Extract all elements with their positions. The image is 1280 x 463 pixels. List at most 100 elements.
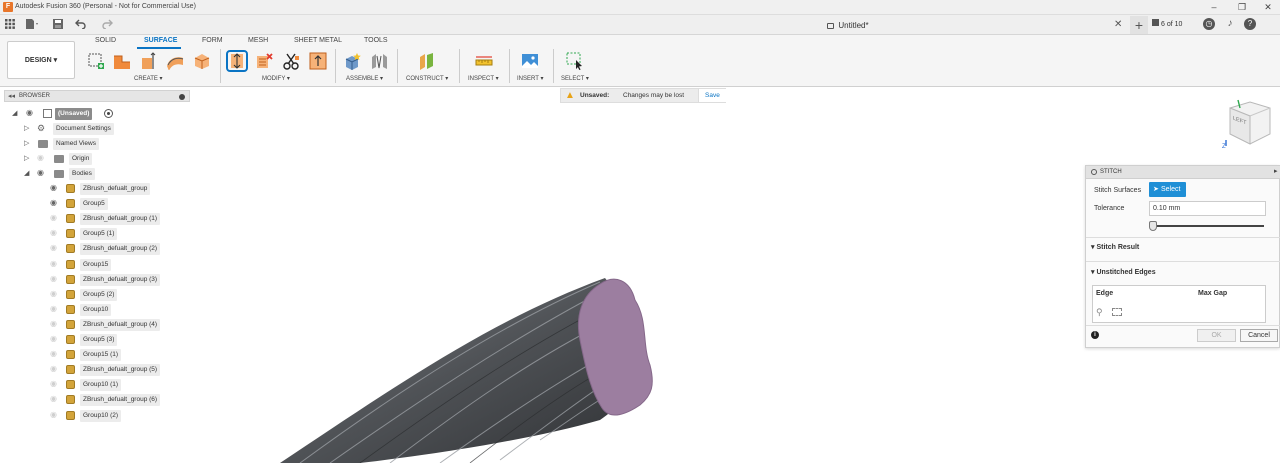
tab-form[interactable]: FORM: [202, 37, 223, 44]
close-tab-button[interactable]: ✕: [1114, 19, 1122, 30]
tree-item-body[interactable]: ◉ Group5 (1): [48, 228, 188, 241]
tree-item-body[interactable]: ◉ Group10 (2): [48, 409, 188, 422]
browser-header[interactable]: ◂◂ BROWSER: [4, 90, 190, 102]
patch-icon[interactable]: [193, 52, 211, 70]
stitch-dialog-header[interactable]: STITCH ▸: [1086, 166, 1280, 179]
save-link[interactable]: Save: [698, 89, 726, 102]
workspace-switcher[interactable]: DESIGN ▾: [7, 41, 75, 79]
tree-item-body[interactable]: ◉ ZBrush_defualt_group (6): [48, 394, 188, 407]
tree-item-body[interactable]: ◉ Group5 (2): [48, 288, 188, 301]
tree-item-named-views[interactable]: ▷ Named Views: [24, 138, 114, 150]
view-cube[interactable]: LEFT Z: [1222, 96, 1278, 152]
eye-hidden-icon[interactable]: ◉: [37, 153, 44, 162]
tree-item-body[interactable]: ◉ Group5: [48, 198, 188, 211]
tab-tools[interactable]: TOOLS: [364, 37, 388, 44]
dialog-options-icon[interactable]: [1091, 169, 1097, 175]
browser-options-icon[interactable]: [179, 94, 185, 100]
minimize-button[interactable]: –: [1208, 1, 1220, 13]
construct-group-label[interactable]: CONSTRUCT ▾: [406, 75, 448, 82]
offset-plane-icon[interactable]: [418, 52, 436, 70]
eye-hidden-icon[interactable]: ◉: [50, 213, 57, 222]
eye-hidden-icon[interactable]: ◉: [50, 243, 57, 252]
tab-solid[interactable]: SOLID: [95, 37, 116, 44]
eye-hidden-icon[interactable]: ◉: [50, 364, 57, 373]
tree-item-body[interactable]: ◉ ZBrush_defualt_group (1): [48, 213, 188, 226]
sweep-icon[interactable]: [166, 52, 184, 71]
tree-item-body[interactable]: ◉ ZBrush_defualt_group: [48, 183, 188, 195]
undo-icon[interactable]: [74, 19, 90, 31]
unstitched-edges-section[interactable]: ▾ Unstitched Edges: [1091, 268, 1156, 276]
eye-hidden-icon[interactable]: ◉: [50, 410, 57, 419]
eye-hidden-icon[interactable]: ◉: [50, 274, 57, 283]
app-grid-icon[interactable]: [4, 19, 16, 31]
maximize-button[interactable]: ❐: [1236, 1, 1248, 13]
eye-icon[interactable]: ◉: [50, 198, 57, 207]
zoom-to-edge-icon[interactable]: ⚲: [1096, 307, 1103, 318]
tree-item-body[interactable]: ◉ Group15 (1): [48, 349, 188, 362]
measure-icon[interactable]: [475, 52, 493, 70]
select-icon[interactable]: [566, 52, 584, 71]
eye-hidden-icon[interactable]: ◉: [50, 304, 57, 313]
tree-item-origin[interactable]: ▷ ◉ Origin: [24, 153, 104, 165]
new-component-icon[interactable]: [344, 52, 362, 70]
tree-item-body[interactable]: ◉ Group5 (3): [48, 334, 188, 346]
eye-hidden-icon[interactable]: ◉: [50, 334, 57, 343]
eye-hidden-icon[interactable]: ◉: [50, 259, 57, 268]
revolve-icon[interactable]: [140, 52, 158, 70]
expanded-triangle-icon[interactable]: ◢: [12, 109, 17, 117]
tree-item-body[interactable]: ◉ ZBrush_defualt_group (2): [48, 243, 188, 256]
tolerance-slider-thumb[interactable]: [1149, 221, 1157, 231]
tree-item-body[interactable]: ◉ ZBrush_defualt_group (5): [48, 364, 188, 377]
eye-hidden-icon[interactable]: ◉: [50, 379, 57, 388]
collapsed-triangle-icon[interactable]: ▷: [24, 154, 29, 162]
extrude-icon[interactable]: [113, 52, 131, 70]
eye-icon[interactable]: ◉: [37, 168, 44, 177]
stitch-result-section[interactable]: ▾ Stitch Result: [1091, 243, 1139, 251]
collapse-browser-icon[interactable]: ◂◂: [8, 92, 15, 100]
joint-icon[interactable]: [371, 52, 389, 70]
tab-mesh[interactable]: MESH: [248, 37, 268, 44]
trim-icon[interactable]: [255, 52, 273, 70]
activate-radio-icon[interactable]: [104, 109, 113, 118]
clock-icon[interactable]: ◷: [1203, 18, 1215, 30]
eye-hidden-icon[interactable]: ◉: [50, 394, 57, 403]
file-menu-icon[interactable]: [24, 19, 40, 31]
select-group-label[interactable]: SELECT ▾: [561, 75, 589, 82]
eye-hidden-icon[interactable]: ◉: [50, 349, 57, 358]
collapsed-triangle-icon[interactable]: ▷: [24, 124, 29, 132]
help-icon[interactable]: ?: [1244, 18, 1256, 30]
cancel-button[interactable]: Cancel: [1240, 329, 1278, 342]
modify-group-label[interactable]: MODIFY ▾: [262, 75, 290, 82]
tree-item-document-settings[interactable]: ▷ ⚙ Document Settings: [24, 123, 124, 135]
tree-item-body[interactable]: ◉ ZBrush_defualt_group (4): [48, 318, 188, 331]
tree-item-body[interactable]: ◉ Group10 (1): [48, 379, 188, 392]
expand-arrow-icon[interactable]: ▸: [1274, 167, 1278, 175]
document-tab[interactable]: Untitled*: [560, 17, 1136, 35]
eye-icon[interactable]: ◉: [26, 108, 33, 117]
insert-group-label[interactable]: INSERT ▾: [517, 75, 543, 82]
tab-sheet-metal[interactable]: SHEET METAL: [294, 37, 342, 44]
info-icon[interactable]: i: [1091, 331, 1099, 339]
redo-icon[interactable]: [98, 19, 114, 31]
create-sketch-icon[interactable]: [87, 52, 105, 70]
tree-item-body[interactable]: ◉ Group15: [48, 258, 188, 271]
select-edges-icon[interactable]: [1112, 308, 1122, 316]
tree-item-body[interactable]: ◉ ZBrush_defualt_group (3): [48, 273, 188, 286]
ok-button[interactable]: OK: [1197, 329, 1236, 342]
select-surfaces-button[interactable]: ➤ Select: [1149, 182, 1186, 197]
expanded-triangle-icon[interactable]: ◢: [24, 169, 29, 177]
tolerance-slider-track[interactable]: [1153, 225, 1264, 227]
tree-item-body[interactable]: ◉ Group10: [48, 303, 188, 316]
eye-hidden-icon[interactable]: ◉: [50, 319, 57, 328]
inspect-group-label[interactable]: INSPECT ▾: [468, 75, 499, 82]
tolerance-input[interactable]: 0.10 mm: [1149, 201, 1266, 216]
split-body-icon[interactable]: [282, 52, 300, 70]
eye-hidden-icon[interactable]: ◉: [50, 289, 57, 298]
tree-item-bodies[interactable]: ◢ ◉ Bodies: [24, 168, 104, 180]
eye-icon[interactable]: ◉: [50, 183, 57, 192]
assemble-group-label[interactable]: ASSEMBLE ▾: [346, 75, 383, 82]
browser-root-node[interactable]: ◢ ◉ (Unsaved): [12, 108, 132, 120]
save-icon[interactable]: [52, 19, 64, 31]
job-status[interactable]: 6 of 10: [1152, 19, 1182, 28]
collapsed-triangle-icon[interactable]: ▷: [24, 139, 29, 147]
